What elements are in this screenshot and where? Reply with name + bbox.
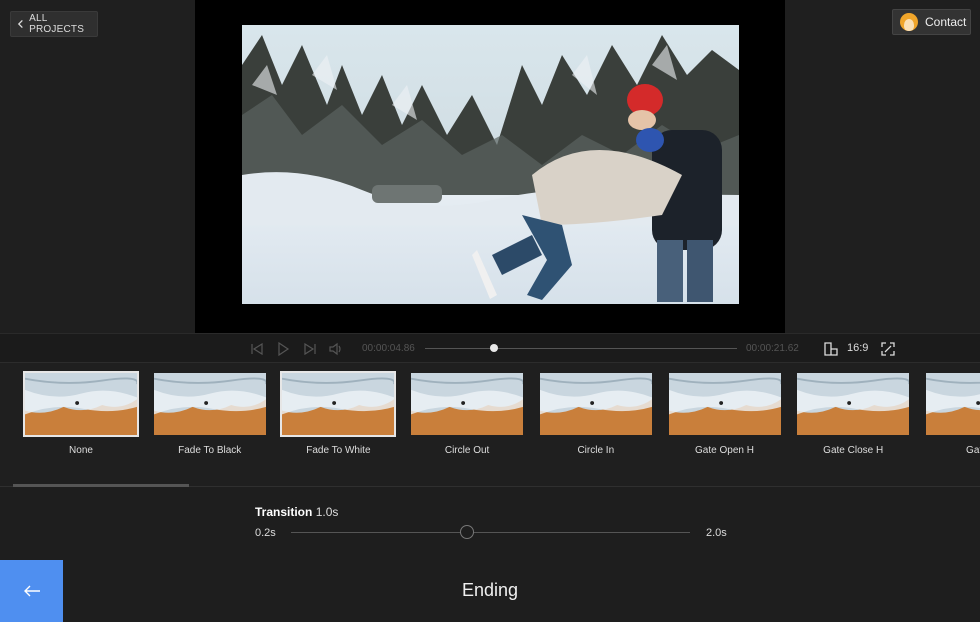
chevron-left-icon xyxy=(17,19,23,29)
duration-min: 0.2s xyxy=(255,527,276,539)
total-time: 00:00:21.62 xyxy=(746,343,799,354)
transition-label: Gate Open H xyxy=(695,445,754,456)
transition-value: 1.0s xyxy=(315,505,339,519)
video-stage xyxy=(195,0,785,333)
contact-label: Contact xyxy=(925,15,967,29)
skip-forward-icon[interactable] xyxy=(302,341,318,357)
duration-slider[interactable] xyxy=(291,532,690,533)
seek-handle[interactable] xyxy=(489,344,498,352)
aspect-ratio-icon[interactable] xyxy=(823,341,839,357)
volume-icon[interactable] xyxy=(328,341,344,357)
transition-label: Gate Close H xyxy=(823,445,884,456)
transition-thumbnail xyxy=(795,371,911,437)
transition-item[interactable]: None xyxy=(23,371,139,456)
transition-item[interactable]: Circle Out xyxy=(409,371,525,456)
transition-item[interactable]: Fade To Black xyxy=(152,371,268,456)
transition-title: Transition 1.0s xyxy=(255,505,338,519)
transition-item[interactable]: Fade To White xyxy=(280,371,397,456)
transition-label: None xyxy=(69,445,93,456)
transition-thumbnail xyxy=(924,371,980,437)
transition-thumbnail xyxy=(667,371,783,437)
transition-item[interactable]: Gate C xyxy=(924,371,980,456)
transition-settings: Transition 1.0s 0.2s 2.0s xyxy=(0,487,980,622)
player-controls: 00:00:04.86 00:00:21.62 16:9 xyxy=(0,333,980,363)
transition-item[interactable]: Gate Open H xyxy=(667,371,783,456)
preview-area: ALL PROJECTS Contact xyxy=(0,0,980,333)
section-title: Ending xyxy=(461,580,519,600)
transition-label: Transition xyxy=(255,505,313,519)
transition-thumbnail xyxy=(409,371,525,437)
transition-item[interactable]: Gate Close H xyxy=(795,371,911,456)
all-projects-button[interactable]: ALL PROJECTS xyxy=(10,11,98,37)
transition-thumbnail xyxy=(23,371,139,437)
transition-thumbnail xyxy=(280,371,397,437)
seek-track[interactable] xyxy=(425,348,737,349)
aspect-ratio-label[interactable]: 16:9 xyxy=(847,342,868,354)
transition-label: Circle In xyxy=(577,445,615,456)
skip-back-icon[interactable] xyxy=(249,341,265,357)
transitions-list: None Fade To Black Fade To White Circle Out… xyxy=(0,363,980,488)
avatar-icon xyxy=(900,13,918,31)
transition-item[interactable]: Circle In xyxy=(538,371,654,456)
transition-thumbnail xyxy=(538,371,654,437)
play-icon[interactable] xyxy=(275,341,291,357)
duration-max: 2.0s xyxy=(706,527,727,539)
transition-label: Circle Out xyxy=(444,445,490,456)
video-frame[interactable] xyxy=(242,25,739,304)
transition-label: Gate C xyxy=(966,445,980,456)
transition-label: Fade To Black xyxy=(178,445,242,456)
fullscreen-icon[interactable] xyxy=(880,341,896,357)
current-time: 00:00:04.86 xyxy=(362,343,415,354)
duration-slider-handle[interactable] xyxy=(459,525,474,539)
transition-thumbnail xyxy=(152,371,268,437)
video-frame-image xyxy=(242,25,739,304)
contact-button[interactable]: Contact xyxy=(892,9,971,35)
transition-label: Fade To White xyxy=(306,445,371,456)
all-projects-label: ALL PROJECTS xyxy=(29,13,85,35)
